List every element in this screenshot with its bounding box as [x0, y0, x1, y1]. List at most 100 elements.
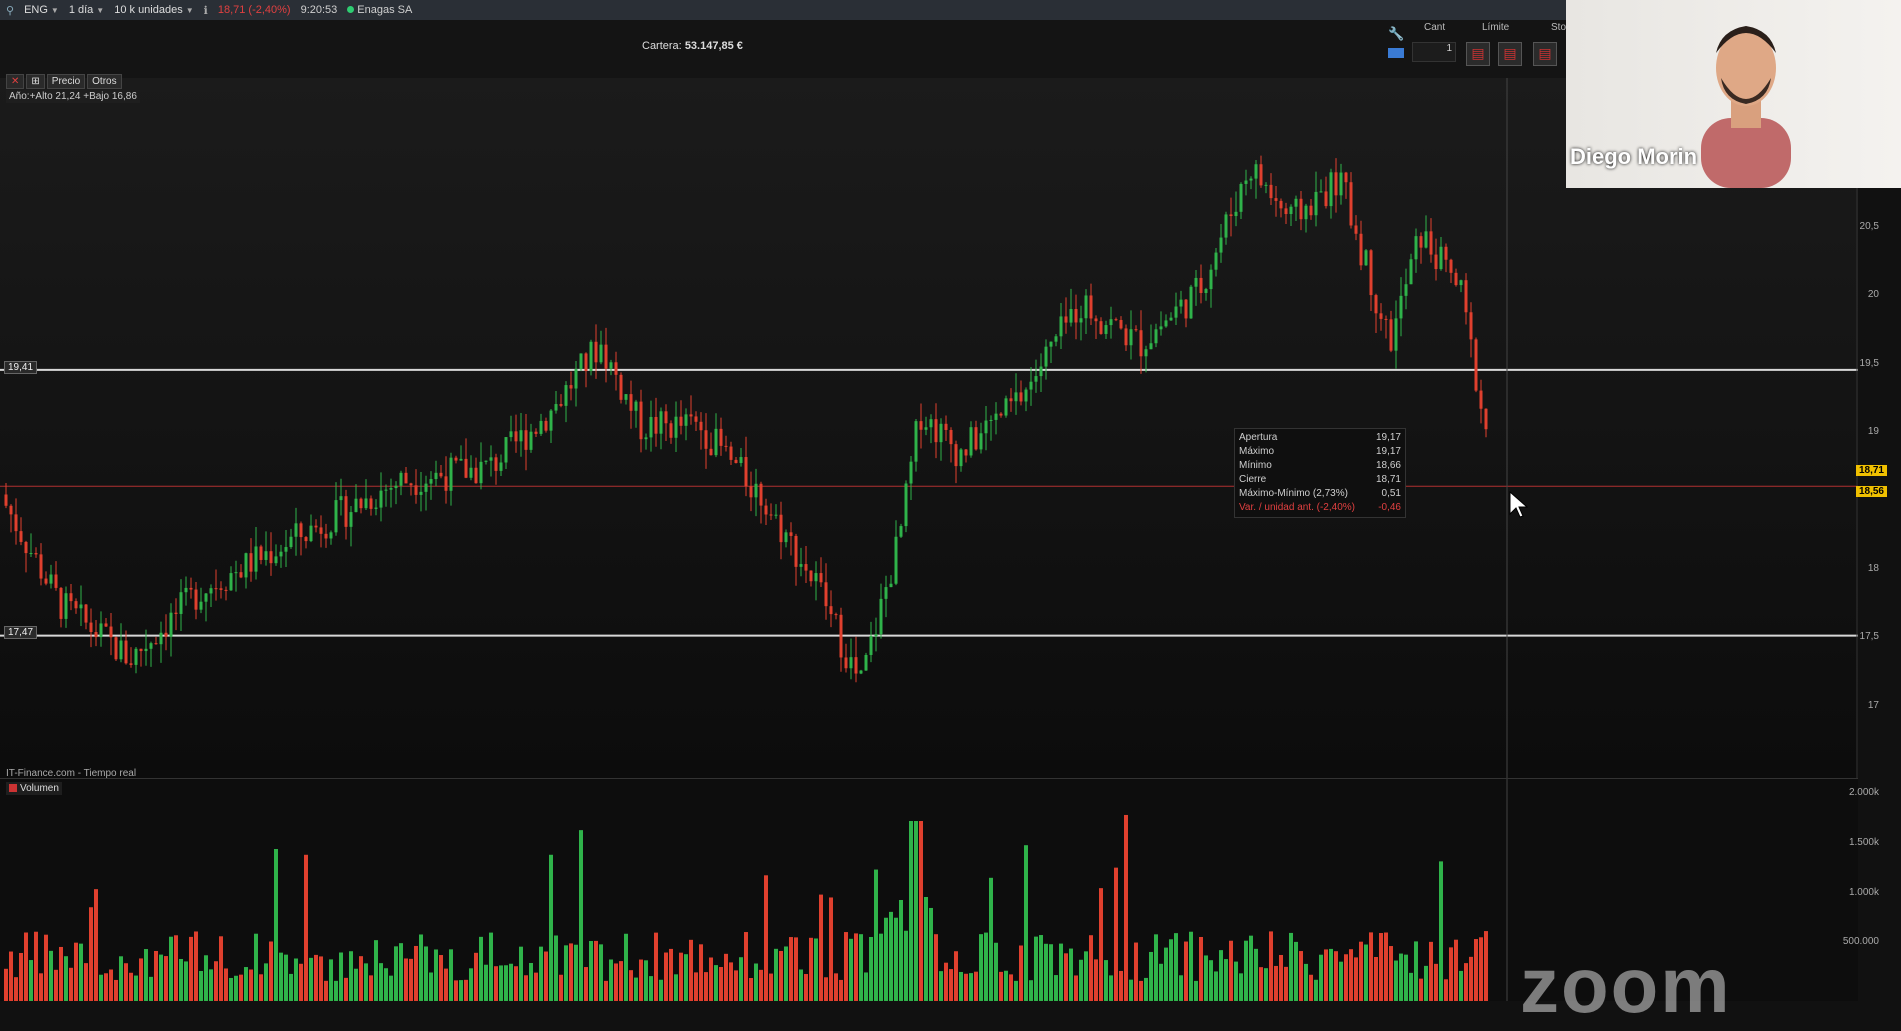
tab-precio[interactable]: Precio: [46, 74, 86, 89]
volume-bar: [1269, 931, 1273, 1001]
volume-bar: [279, 952, 283, 1001]
volume-bar: [799, 969, 803, 1001]
candle-body: [1164, 320, 1168, 327]
volume-bar: [94, 889, 98, 1001]
volume-bar: [394, 946, 398, 1001]
last-price-tag: 18,71: [1855, 465, 1887, 476]
volume-bar: [1224, 959, 1228, 1001]
volume-bar: [229, 977, 233, 1001]
candle-body: [424, 483, 428, 492]
volume-bar: [1084, 951, 1088, 1001]
volume-bar: [1199, 936, 1203, 1001]
candle-body: [654, 416, 658, 434]
tooltip-label: Var. / unidad ant. (-2,40%): [1239, 502, 1355, 513]
chevron-down-icon: ▼: [185, 5, 194, 15]
candle-body: [1319, 191, 1323, 193]
volume-bar: [69, 967, 73, 1001]
candle-body: [84, 604, 88, 623]
candle-body: [679, 416, 683, 426]
volume-bar: [779, 950, 783, 1001]
lower-level-label[interactable]: 17,47: [4, 626, 38, 639]
candle-body: [299, 523, 303, 538]
volume-bar: [1179, 975, 1183, 1001]
candle-body: [1294, 198, 1298, 207]
volume-bar: [609, 959, 613, 1001]
units-select[interactable]: 10 k unidades ▼: [114, 4, 193, 16]
candle-body: [759, 483, 763, 506]
close-icon[interactable]: ✕: [6, 74, 25, 89]
menu-icon[interactable]: ⚲: [6, 4, 14, 17]
candle-body: [624, 394, 628, 400]
volume-bar: [1144, 977, 1148, 1001]
interval-select[interactable]: 1 día ▼: [69, 4, 104, 16]
qty-input[interactable]: 1: [1412, 42, 1456, 62]
keyboard-icon[interactable]: [1388, 48, 1404, 58]
candle-body: [789, 532, 793, 536]
volume-bar: [1194, 980, 1198, 1001]
volume-bar: [824, 977, 828, 1001]
volume-bar: [1414, 941, 1418, 1001]
volume-bar: [1189, 931, 1193, 1001]
candle-body: [1269, 184, 1273, 199]
expand-icon[interactable]: ⊞: [26, 74, 45, 89]
candle-body: [1249, 178, 1253, 181]
volume-bar: [909, 821, 913, 1001]
volume-bar: [719, 967, 723, 1001]
volume-bar: [1409, 972, 1413, 1001]
ticker-select[interactable]: ENG ▼: [24, 4, 59, 16]
volume-bar: [934, 934, 938, 1001]
volume-bar: [1054, 975, 1058, 1001]
sell-limit-button[interactable]: ▤: [1498, 42, 1522, 66]
candle-body: [289, 536, 293, 548]
candle-body: [959, 449, 963, 467]
volume-bar: [864, 972, 868, 1001]
volume-bar: [464, 979, 468, 1001]
candle-body: [1219, 237, 1223, 253]
candle-body: [214, 588, 218, 590]
candle-body: [314, 525, 318, 528]
info-icon[interactable]: ℹ: [204, 4, 208, 17]
candle-body: [854, 657, 858, 674]
candle-body: [554, 404, 558, 411]
candle-body: [1449, 259, 1453, 273]
candle-body: [1434, 254, 1438, 270]
units-label: 10 k unidades: [114, 4, 183, 16]
candle-body: [1364, 250, 1368, 266]
candle-body: [364, 498, 368, 509]
candle-body: [349, 512, 353, 527]
candle-body: [769, 514, 773, 516]
volume-bar: [989, 877, 993, 1001]
volume-bar: [414, 945, 418, 1001]
candle-body: [794, 535, 798, 567]
candle-body: [1214, 252, 1218, 270]
volume-bar: [134, 975, 138, 1001]
y-tick: 19,5: [1859, 358, 1879, 369]
candle-body: [54, 574, 58, 588]
mouse-cursor-icon: [1509, 490, 1528, 518]
candle-body: [1124, 328, 1128, 346]
volume-bar: [234, 975, 238, 1001]
volume-bar: [589, 941, 593, 1001]
candle-body: [134, 648, 138, 665]
wrench-icon[interactable]: 🔧: [1388, 26, 1404, 42]
volume-bar: [539, 946, 543, 1001]
candle-body: [304, 537, 308, 542]
candle-body: [889, 583, 893, 588]
candle-body: [249, 553, 253, 572]
stop-order-button[interactable]: ▤: [1533, 42, 1557, 66]
volume-bar: [364, 963, 368, 1001]
volume-bar: [1024, 845, 1028, 1001]
volume-bar: [979, 934, 983, 1001]
volume-bar: [724, 953, 728, 1001]
candle-body: [1059, 316, 1063, 337]
volume-bar: [889, 911, 893, 1001]
candle-body: [354, 498, 358, 513]
tab-otros[interactable]: Otros: [87, 74, 122, 89]
candle-body: [579, 353, 583, 370]
portfolio-amount: 53.147,85 €: [684, 40, 743, 52]
upper-level-label[interactable]: 19,41: [4, 361, 38, 374]
volume-bar: [949, 969, 953, 1001]
candle-body: [779, 514, 783, 543]
buy-limit-button[interactable]: ▤: [1466, 42, 1490, 66]
candle-body: [804, 564, 808, 571]
